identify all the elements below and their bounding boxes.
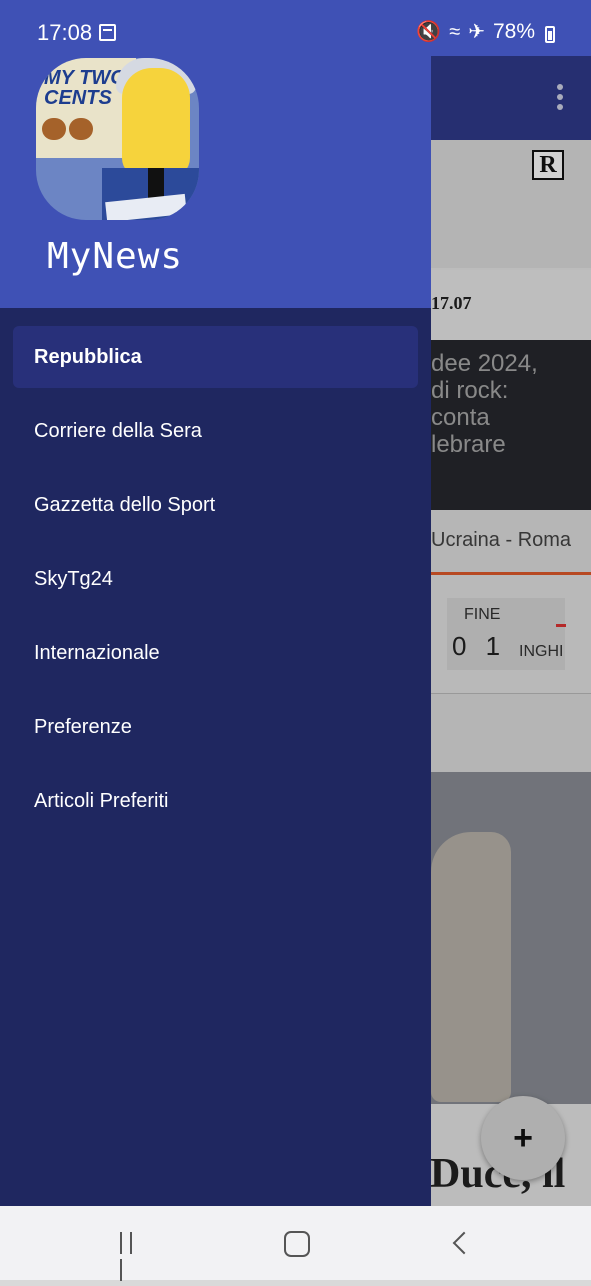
menu-item-corriere-della-sera[interactable]: Corriere della Sera [13, 400, 418, 462]
mute-icon: 🔇 [416, 21, 442, 43]
status-icons: 🔇 ≈ ✈ 78% [416, 20, 555, 44]
app-title: MyNews [47, 236, 184, 277]
back-icon[interactable] [452, 1231, 476, 1255]
wifi-icon: ≈ [449, 21, 461, 43]
recent-apps-icon[interactable] [120, 1232, 146, 1281]
battery-icon [545, 25, 555, 43]
drawer-menu: Repubblica Corriere della Sera Gazzetta … [0, 326, 431, 844]
menu-item-internazionale[interactable]: Internazionale [13, 622, 418, 684]
home-icon[interactable] [284, 1231, 310, 1257]
avatar-image: MY TWO CENTS [36, 58, 199, 220]
avatar-face [122, 68, 190, 178]
menu-item-preferenze[interactable]: Preferenze [13, 696, 418, 758]
status-bar: 17:08 🔇 ≈ ✈ 78% [0, 0, 591, 56]
menu-item-skytg24[interactable]: SkyTg24 [13, 548, 418, 610]
drawer-scrim[interactable] [431, 56, 591, 1206]
menu-item-articoli-preferiti[interactable]: Articoli Preferiti [13, 770, 418, 832]
airplane-icon: ✈ [468, 21, 485, 43]
status-time: 17:08 [37, 20, 93, 45]
menu-item-gazzetta-dello-sport[interactable]: Gazzetta dello Sport [13, 474, 418, 536]
menu-item-repubblica[interactable]: Repubblica [13, 326, 418, 388]
coins-icon [42, 118, 96, 140]
calendar-icon [99, 24, 116, 41]
battery-percentage: 78% [492, 20, 535, 43]
system-nav-bar [0, 1206, 591, 1281]
navigation-drawer: MY TWO CENTS MyNews Repubblica Corriere … [0, 0, 431, 1206]
